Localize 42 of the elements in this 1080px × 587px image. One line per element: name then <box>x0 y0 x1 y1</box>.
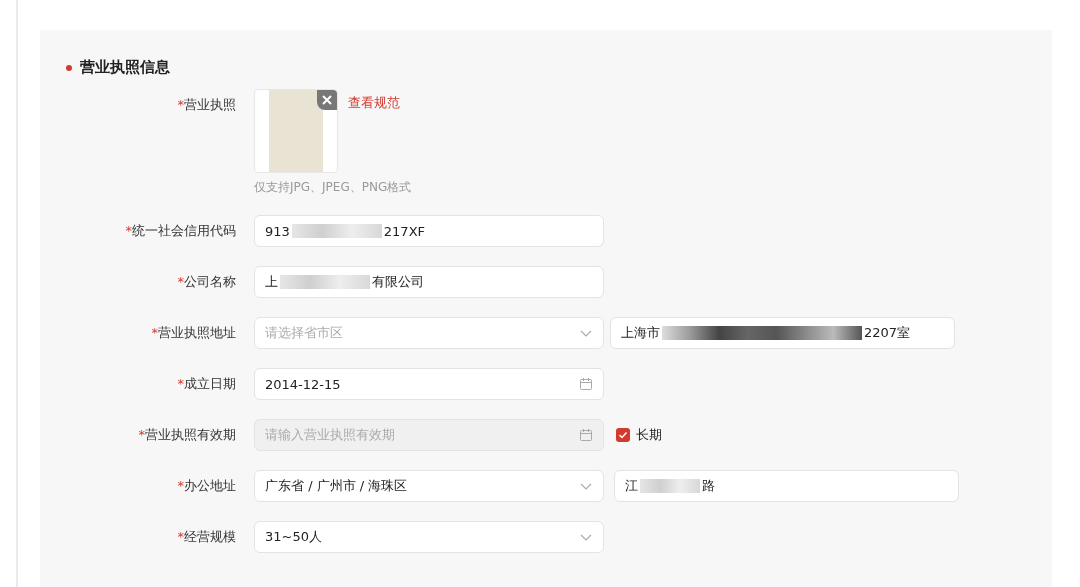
input-field[interactable]: 913 217XF <box>254 215 604 247</box>
field-label: 统一社会信用代码 <box>132 222 236 240</box>
text-value: 路 <box>702 477 715 495</box>
field-label: 营业执照 <box>184 96 236 114</box>
date-field[interactable]: 2014-12-15 <box>254 368 604 400</box>
required-mark: * <box>177 477 184 495</box>
required-mark: * <box>151 324 158 342</box>
guideline-link[interactable]: 查看规范 <box>348 93 400 113</box>
field-label: 成立日期 <box>184 375 236 393</box>
field-label: 经营规模 <box>184 528 236 546</box>
select-field[interactable]: 31~50人 <box>254 521 604 553</box>
text-value: 217XF <box>383 223 426 239</box>
input-field[interactable]: 上 有限公司 <box>254 266 604 298</box>
field-label: 营业执照有效期 <box>145 426 236 444</box>
check-icon <box>618 430 628 440</box>
address-field[interactable]: 江 路 <box>614 470 959 502</box>
field-label: 办公地址 <box>184 477 236 495</box>
text-value: 上海市 <box>621 324 660 342</box>
address-field[interactable]: 上海市 2207室 <box>610 317 955 349</box>
text-value: 江 <box>625 477 638 495</box>
close-icon <box>322 95 332 105</box>
calendar-icon <box>579 377 593 391</box>
date-field: 请输入营业执照有效期 <box>254 419 604 451</box>
required-mark: * <box>177 96 184 114</box>
required-mark: * <box>177 528 184 546</box>
required-mark: * <box>177 375 184 393</box>
required-mark: * <box>125 222 132 240</box>
text-value: 上 <box>265 273 278 291</box>
section-title: 营业执照信息 <box>80 58 170 77</box>
field-label: 营业执照地址 <box>158 324 236 342</box>
bullet-icon <box>66 64 72 71</box>
text-value: 913 <box>265 223 290 239</box>
format-hint: 仅支持JPG、JPEG、PNG格式 <box>254 179 412 196</box>
text-value: 2207室 <box>864 324 911 342</box>
field-label: 公司名称 <box>184 273 236 291</box>
calendar-icon <box>579 428 593 442</box>
text-value: 有限公司 <box>372 273 424 291</box>
redacted-text <box>640 479 700 493</box>
region-select[interactable]: 广东省 / 广州市 / 海珠区 <box>254 470 604 502</box>
required-mark: * <box>177 273 184 291</box>
required-mark: * <box>138 426 145 444</box>
remove-button[interactable] <box>317 90 337 110</box>
